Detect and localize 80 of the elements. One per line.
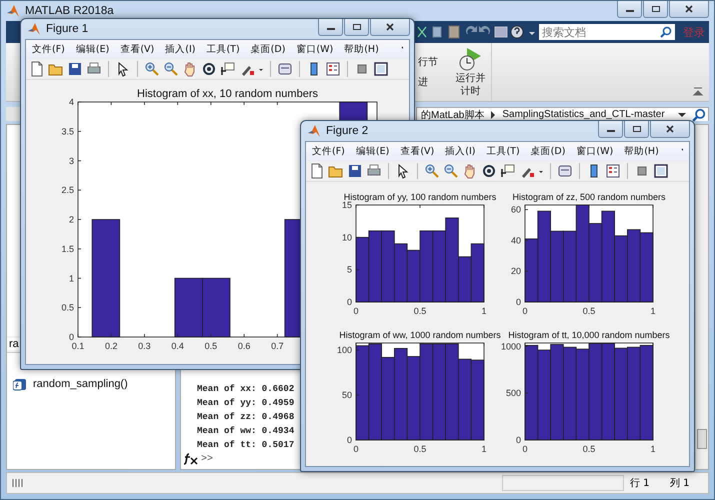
menu-item[interactable]: 查看(V) bbox=[120, 43, 154, 56]
menu-item[interactable]: 插入(I) bbox=[445, 145, 476, 158]
menu-item[interactable]: 文件(F) bbox=[32, 43, 65, 56]
row-indicator: 行 1 bbox=[630, 477, 651, 490]
tick-label: 1 bbox=[650, 444, 656, 454]
tick-label: 0 bbox=[522, 444, 528, 454]
tick-label: 60 bbox=[510, 204, 521, 215]
chart-title: Histogram of xx, 10 random numbers bbox=[137, 88, 318, 100]
menu-item[interactable]: 编辑(E) bbox=[356, 145, 390, 158]
chart-title: Histogram of zz, 500 random numbers bbox=[512, 192, 666, 202]
menu-item[interactable]: 桌面(D) bbox=[250, 43, 286, 56]
search-field[interactable]: 搜索文档 bbox=[539, 24, 657, 40]
tick-label: 0 bbox=[516, 435, 521, 445]
tick-label: 0 bbox=[346, 435, 352, 445]
tick-label: 1000 bbox=[500, 341, 521, 352]
tick-label: 0.5 bbox=[204, 341, 218, 351]
tick-label: 0.1 bbox=[72, 341, 84, 351]
ribbon-label[interactable]: 进 bbox=[418, 75, 438, 89]
command-prompt[interactable]: >> bbox=[201, 454, 214, 464]
tick-label: 1 bbox=[482, 306, 486, 316]
tick-label: 0.5 bbox=[61, 302, 74, 313]
tick-label: 0 bbox=[522, 306, 528, 316]
run-and-time-button[interactable]: 运行并计时 bbox=[450, 43, 492, 101]
column-indicator: 列 1 bbox=[670, 477, 691, 490]
file-list-item[interactable]: random_sampling() bbox=[7, 375, 175, 393]
window-title: Figure 1 bbox=[46, 23, 88, 35]
tick-label: 0 bbox=[354, 444, 358, 454]
tick-label: 40 bbox=[510, 235, 521, 246]
menu-item[interactable]: 编辑(E) bbox=[76, 43, 110, 56]
menu-item[interactable]: 插入(I) bbox=[165, 43, 196, 56]
tick-label: 0.5 bbox=[414, 306, 426, 316]
output-line: Mean of zz: 0.4968 bbox=[196, 411, 294, 424]
tick-label: 2.5 bbox=[61, 185, 74, 196]
tick-label: 0.5 bbox=[414, 444, 426, 454]
tick-label: 3.5 bbox=[61, 126, 74, 136]
chart-title: Histogram of tt, 10,000 random numbers bbox=[508, 330, 670, 340]
tick-label: 1 bbox=[650, 306, 656, 316]
menu-item[interactable]: 工具(T) bbox=[206, 43, 240, 56]
tick-label: 1.5 bbox=[61, 244, 74, 254]
tick-label: 15 bbox=[342, 200, 352, 210]
tick-label: 20 bbox=[510, 266, 521, 276]
tick-label: 0 bbox=[516, 297, 521, 307]
tick-label: 1 bbox=[68, 273, 74, 284]
output-line: Mean of ww: 0.4934 bbox=[196, 425, 294, 438]
output-line: Mean of tt: 0.5017 bbox=[196, 439, 294, 452]
menu-item[interactable]: 窗口(W) bbox=[576, 145, 614, 158]
tick-label: 2 bbox=[68, 214, 74, 224]
tick-label: 5 bbox=[346, 264, 352, 275]
menu-item[interactable]: 桌面(D) bbox=[530, 145, 566, 158]
menu-item[interactable]: 工具(T) bbox=[486, 145, 520, 158]
tick-label: 50 bbox=[342, 390, 352, 400]
tick-label: 0 bbox=[346, 297, 352, 307]
tick-label: 10 bbox=[342, 232, 352, 242]
tick-label: 0.4 bbox=[171, 341, 184, 351]
tick-label: 100 bbox=[336, 345, 352, 356]
menu-item[interactable]: 文件(F) bbox=[312, 145, 345, 158]
menu-item[interactable]: 窗口(W) bbox=[296, 43, 334, 56]
ribbon-label[interactable]: 行节 bbox=[418, 55, 438, 69]
tick-label: 0.2 bbox=[104, 341, 118, 351]
tick-label: 0.7 bbox=[271, 341, 284, 351]
chart-title: Histogram of yy, 100 random numbers bbox=[344, 192, 496, 202]
tick-label: 0 bbox=[68, 332, 74, 342]
output-line: Mean of xx: 0.6602 bbox=[196, 383, 294, 396]
tick-label: 1 bbox=[482, 444, 486, 454]
tick-label: 500 bbox=[506, 388, 521, 398]
output-line: Mean of yy: 0.4959 bbox=[196, 397, 294, 410]
address-bar[interactable]: 的MatLab脚本 SamplingStatistics_and_CTL-master bbox=[416, 107, 709, 121]
chart-title: Histogram of ww, 1000 random numbers bbox=[339, 330, 501, 340]
menu-item[interactable]: 帮助(H) bbox=[344, 43, 379, 56]
tick-label: 0.3 bbox=[138, 341, 151, 351]
menu-item[interactable]: 查看(V) bbox=[400, 145, 434, 158]
tick-label: 3 bbox=[68, 156, 74, 166]
tick-label: 0.5 bbox=[582, 444, 596, 454]
window-title: MATLAB R2018a bbox=[25, 5, 114, 17]
tick-label: 0 bbox=[354, 306, 358, 316]
menu-item[interactable]: 帮助(H) bbox=[624, 145, 659, 158]
window-title: Figure 2 bbox=[326, 125, 368, 137]
tick-label: 0.6 bbox=[238, 341, 250, 351]
tick-label: 4 bbox=[68, 97, 74, 107]
tick-label: 0.5 bbox=[582, 306, 596, 316]
